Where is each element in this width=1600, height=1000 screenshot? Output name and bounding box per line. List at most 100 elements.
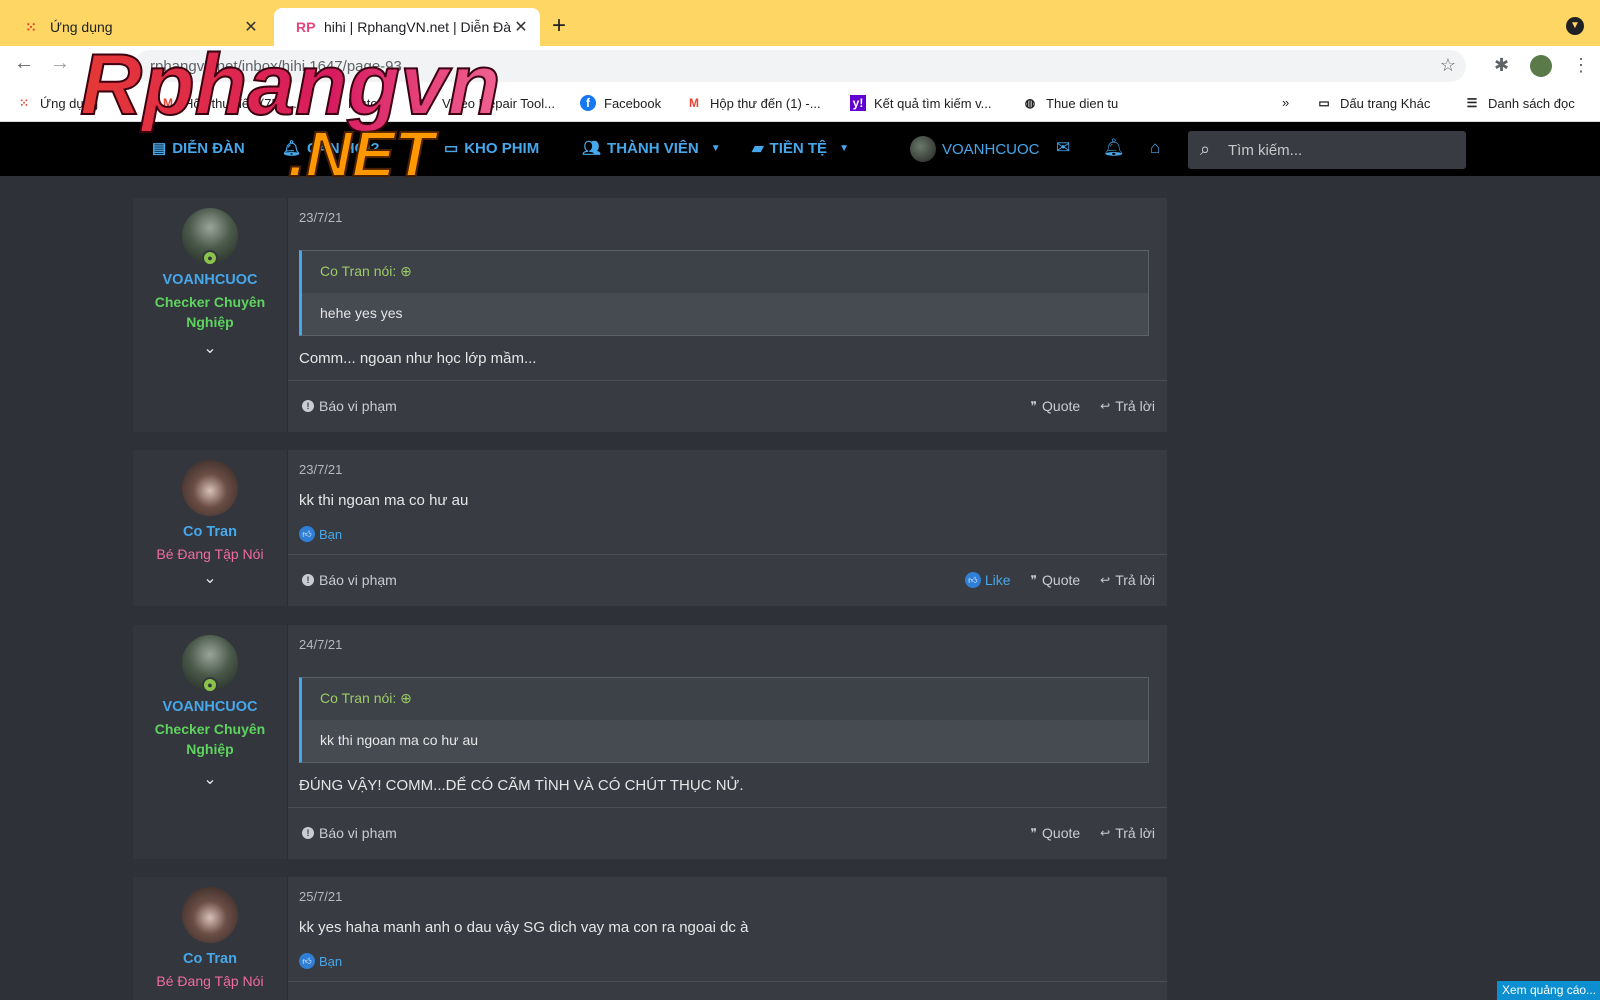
nav-members[interactable]: 👥︎ THÀNH VIÊN ▼: [582, 139, 721, 158]
username[interactable]: Co Tran: [133, 524, 287, 540]
reaction-summary[interactable]: 👍︎ Bạn: [299, 526, 342, 542]
bookmark-facebook[interactable]: f Facebook: [580, 95, 661, 111]
thumbs-up-icon: 👍︎: [299, 526, 315, 542]
user-title: Bé Đang Tập Nói: [156, 546, 264, 562]
tab-title: Ứng dụng: [50, 19, 113, 35]
profile-avatar[interactable]: [1530, 55, 1552, 77]
forward-icon[interactable]: →: [46, 52, 74, 75]
report-button[interactable]: ! Báo vi phạm: [302, 572, 397, 588]
search-input[interactable]: [1228, 139, 1448, 161]
avatar[interactable]: [182, 887, 238, 943]
bookmarks-overflow[interactable]: »: [1282, 95, 1289, 110]
folder-icon: ▰: [752, 140, 764, 157]
history-icon: ↺: [326, 96, 338, 110]
quote-author[interactable]: Co Tran nói: ⊕: [302, 678, 1148, 720]
bookmark-history[interactable]: ↺ History: [324, 95, 388, 111]
globe-icon: ◍: [1024, 96, 1036, 110]
apps-grid-icon: ⁙: [18, 96, 30, 110]
post-user-panel: Co Tran Bé Đang Tập Nói ⌄: [133, 450, 288, 606]
reply-button[interactable]: ↩ Trả lời: [1100, 825, 1155, 841]
bookmark-gmail[interactable]: M Hộp thư đến (1) -...: [686, 95, 821, 111]
new-tab-button[interactable]: +: [552, 12, 566, 40]
menu-dots-icon[interactable]: ⋮: [1572, 55, 1590, 76]
close-icon[interactable]: ✕: [512, 17, 530, 37]
reply-button[interactable]: ↩ Trả lời: [1100, 398, 1155, 414]
nav-forum[interactable]: ▤ DIỄN ĐÀN: [152, 139, 245, 158]
username[interactable]: VOANHCUOC: [133, 272, 287, 288]
alert-icon: !: [302, 827, 314, 839]
reply-icon: ↩: [1100, 573, 1111, 587]
nav-movies[interactable]: ▭ KHO PHIM: [444, 139, 539, 158]
chevron-down-icon: ▼: [710, 142, 721, 154]
tab-forum[interactable]: RP hihi | RphangVN.net | Diễn Đàn ✕: [274, 8, 540, 46]
browser-tab-bar: ⁙ Ứng dụng ✕ RP hihi | RphangVN.net | Di…: [0, 0, 1600, 46]
quote-button[interactable]: ❞ Quote: [1031, 825, 1081, 841]
username[interactable]: VOANHCUOC: [133, 699, 287, 715]
reply-icon: ↩: [1100, 826, 1111, 840]
extensions-icon[interactable]: ✱: [1494, 55, 1509, 76]
bookmark-apps[interactable]: ⁙ Ứng dụng: [16, 95, 98, 111]
chevron-down-icon[interactable]: ⌄: [133, 769, 287, 789]
reply-button[interactable]: ↩ Trả lời: [1100, 572, 1155, 588]
thumbs-up-icon: 👍︎: [964, 572, 981, 588]
reading-list[interactable]: ☰ Danh sách đọc: [1464, 95, 1575, 111]
post: Co Tran Bé Đang Tập Nói 25/7/21 kk yes h…: [133, 877, 1167, 1000]
user-title: Checker Chuyên Nghiệp: [154, 721, 266, 757]
back-icon[interactable]: ←: [10, 52, 38, 75]
post-date[interactable]: 25/7/21: [299, 889, 342, 904]
ad-badge[interactable]: Xem quảng cáo...: [1497, 981, 1600, 1000]
avatar[interactable]: ●: [182, 208, 238, 266]
store-icon[interactable]: ⌂: [1150, 138, 1160, 158]
post-date[interactable]: 23/7/21: [299, 210, 342, 225]
chevron-down-icon[interactable]: ⌄: [133, 338, 287, 358]
search-box[interactable]: ⌕: [1188, 131, 1466, 169]
tab-apps[interactable]: ⁙ Ứng dụng ✕: [0, 8, 270, 46]
bell-icon: 🔔︎: [282, 140, 302, 157]
report-button[interactable]: ! Báo vi phạm: [302, 825, 397, 841]
thumbs-up-icon: 👍︎: [299, 953, 315, 969]
user-title: Checker Chuyên Nghiệp: [154, 294, 266, 330]
online-icon: ●: [202, 677, 218, 693]
close-icon[interactable]: ✕: [242, 17, 260, 37]
post: ● VOANHCUOC Checker Chuyên Nghiệp ⌄ 23/7…: [133, 198, 1167, 432]
post-actions: 👍︎ Like ❞ Quote ↩ Trả lời: [945, 572, 1155, 588]
apps-grid-icon: ⁙: [25, 18, 37, 35]
search-icon: ⌕: [1200, 139, 1211, 159]
reading-list-icon: ☰: [1466, 96, 1478, 110]
tab-search-icon[interactable]: ▼: [1566, 17, 1584, 35]
post: ● VOANHCUOC Checker Chuyên Nghiệp ⌄ 24/7…: [133, 625, 1167, 859]
bookmark-thue[interactable]: ◍ Thue dien tu: [1022, 95, 1119, 111]
post-date[interactable]: 24/7/21: [299, 637, 342, 652]
chevron-down-icon[interactable]: ⌄: [133, 568, 287, 588]
nav-user[interactable]: VOANHCUOC: [910, 136, 1040, 162]
post-date[interactable]: 23/7/21: [299, 462, 342, 477]
bookmark-star-icon[interactable]: ☆: [1440, 55, 1456, 76]
quote-icon: ❞: [1030, 826, 1038, 840]
bell-icon[interactable]: 🔔︎: [1103, 138, 1125, 158]
rp-favicon-icon: RP: [296, 19, 316, 35]
address-bar[interactable]: rphangvn.net/inbox/hihi.1647/page-93 ☆: [134, 50, 1466, 82]
quote-block: Co Tran nói: ⊕ hehe yes yes: [299, 250, 1149, 336]
quote-text: hehe yes yes: [302, 293, 1148, 335]
post-footer: ! Báo vi phạm 👍︎ Like ❞ Quote ↩ Trả lời: [288, 554, 1167, 606]
mail-icon[interactable]: ✉: [1056, 138, 1070, 158]
quote-button[interactable]: ❞ Quote: [1031, 398, 1081, 414]
like-button[interactable]: 👍︎ Like: [964, 572, 1011, 588]
username[interactable]: Co Tran: [133, 951, 287, 967]
quote-button[interactable]: ❞ Quote: [1031, 572, 1081, 588]
bookmark-inbox[interactable]: M Hộp thư đến (758...: [160, 95, 297, 111]
avatar[interactable]: [182, 460, 238, 516]
reaction-summary[interactable]: 👍︎ Bạn: [299, 953, 342, 969]
bookmark-yahoo[interactable]: y! Kết quả tìm kiếm v...: [850, 95, 992, 111]
post-user-panel: ● VOANHCUOC Checker Chuyên Nghiệp ⌄: [133, 625, 288, 859]
nav-questions[interactable]: 🔔︎ CẦN HỎI?: [282, 139, 380, 158]
quote-author[interactable]: Co Tran nói: ⊕: [302, 251, 1148, 293]
post-body: 23/7/21 Co Tran nói: ⊕ hehe yes yes Comm…: [288, 198, 1167, 432]
bookmark-other[interactable]: ▭ Dấu trang Khác: [1316, 95, 1430, 111]
post-actions: ❞ Quote ↩ Trả lời: [1011, 398, 1155, 414]
bookmark-video-repair[interactable]: ▣ Video Repair Tool...: [418, 95, 555, 111]
gmail-icon: M: [689, 96, 699, 110]
report-button[interactable]: ! Báo vi phạm: [302, 398, 397, 414]
avatar[interactable]: ●: [182, 635, 238, 693]
nav-currency[interactable]: ▰ TIỀN TỆ ▼: [752, 139, 849, 158]
